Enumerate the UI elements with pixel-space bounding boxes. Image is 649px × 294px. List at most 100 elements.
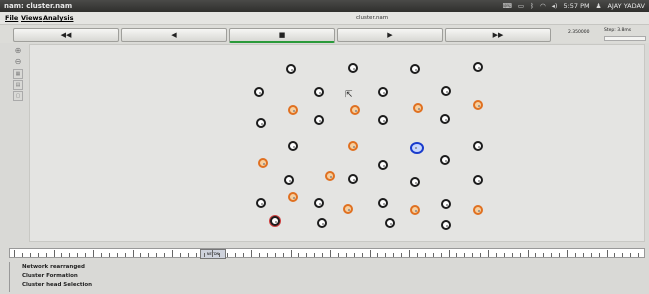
menu-views[interactable]: Views: [21, 12, 42, 24]
menu-analysis[interactable]: Analysis: [43, 12, 73, 24]
sensor-node[interactable]: [378, 160, 388, 170]
cluster-head-node[interactable]: [258, 158, 268, 168]
sensor-node[interactable]: [440, 155, 450, 165]
timeline-tick: [148, 253, 150, 257]
timeline-tick: [377, 253, 379, 257]
sensor-node[interactable]: [288, 141, 298, 151]
cluster-head-node[interactable]: [350, 105, 360, 115]
timeline-tick: [227, 253, 229, 257]
timeline-tick: [306, 253, 308, 257]
timeline-tick: [69, 253, 71, 257]
sensor-node[interactable]: [314, 87, 324, 97]
clock[interactable]: 5:57 PM: [563, 0, 589, 12]
keyboard-icon[interactable]: ⌨: [503, 0, 512, 12]
timeline-tick: [511, 253, 513, 257]
monitor-icon[interactable]: ▢: [13, 91, 23, 101]
timeline-tick: [472, 253, 474, 257]
timeline-tick: [330, 250, 331, 257]
layout-icon[interactable]: ▦: [13, 69, 23, 79]
timeline-tick: [630, 253, 632, 257]
timeline-tick: [503, 253, 505, 257]
sensor-node[interactable]: [348, 63, 358, 73]
cluster-head-node[interactable]: [413, 103, 423, 113]
cluster-head-node[interactable]: [288, 192, 298, 202]
cluster-head-node[interactable]: [348, 141, 358, 151]
timeline-tick: [29, 253, 31, 257]
play-button[interactable]: ▶: [337, 28, 443, 42]
timeline-tick: [85, 253, 87, 257]
sensor-node[interactable]: [473, 175, 483, 185]
step-slider[interactable]: [604, 36, 646, 41]
timeline-tick: [567, 250, 568, 257]
timeline-tick: [574, 253, 576, 257]
cluster-head-node[interactable]: [473, 205, 483, 215]
zoom-out-icon[interactable]: ⊖: [12, 57, 24, 67]
sensor-node[interactable]: [410, 64, 420, 74]
log-entry[interactable]: Cluster head Selection: [22, 282, 92, 288]
timeline-tick: [598, 253, 600, 257]
battery-icon[interactable]: ▭: [518, 0, 524, 12]
timeline-tick: [45, 253, 47, 257]
zoom-in-icon[interactable]: ⊕: [12, 46, 24, 56]
timeline-tick: [235, 253, 237, 257]
sensor-node[interactable]: [441, 220, 451, 230]
sensor-node[interactable]: [256, 198, 266, 208]
cluster-head-node[interactable]: [473, 100, 483, 110]
sensor-node[interactable]: [286, 64, 296, 74]
sensor-node[interactable]: [441, 86, 451, 96]
menu-file[interactable]: File: [5, 12, 18, 24]
timeline-tick: [614, 253, 616, 257]
rewind-button[interactable]: ◀◀: [13, 28, 119, 42]
cluster-head-node[interactable]: [410, 205, 420, 215]
sensor-node[interactable]: [378, 198, 388, 208]
sensor-node[interactable]: [348, 174, 358, 184]
sensor-node[interactable]: [385, 218, 395, 228]
sink-node[interactable]: [270, 216, 280, 226]
timeline-tick: [590, 253, 592, 257]
timeline-tick: [116, 253, 118, 257]
bluetooth-icon[interactable]: ᛒ: [530, 0, 534, 12]
sensor-node[interactable]: [410, 177, 420, 187]
timeline-tick: [401, 253, 403, 257]
sensor-node[interactable]: [317, 218, 327, 228]
timeline-tick: [361, 253, 363, 257]
user-name[interactable]: AJAY YADAV: [607, 0, 645, 12]
timeline-tick: [622, 253, 624, 257]
sensor-node[interactable]: [254, 87, 264, 97]
cluster-head-node[interactable]: [343, 204, 353, 214]
log-entry[interactable]: Cluster Formation: [22, 273, 78, 279]
sensor-node[interactable]: [284, 175, 294, 185]
timeline-tick: [258, 253, 260, 257]
cluster-head-node[interactable]: [325, 171, 335, 181]
step-back-button[interactable]: ◀: [121, 28, 227, 42]
log-entry[interactable]: Network rearranged: [22, 264, 85, 270]
sensor-node[interactable]: [473, 62, 483, 72]
base-station-node[interactable]: [410, 142, 424, 154]
sensor-node[interactable]: [441, 199, 451, 209]
timeline-tick: [282, 253, 284, 257]
sensor-node[interactable]: [378, 87, 388, 97]
timeline-tick: [345, 253, 347, 257]
time-slider[interactable]: NETDN: [9, 248, 645, 259]
edit-icon[interactable]: ▤: [13, 80, 23, 90]
timeline-tick: [37, 253, 39, 257]
sensor-node[interactable]: [473, 141, 483, 151]
cluster-head-node[interactable]: [288, 105, 298, 115]
stop-button[interactable]: ■: [229, 28, 335, 43]
sensor-node[interactable]: [256, 118, 266, 128]
timeline-tick: [93, 250, 94, 257]
wifi-icon[interactable]: ◠: [540, 0, 546, 12]
timeline-tick: [211, 250, 213, 257]
playback-controls: ◀◀ ◀ ■ ▶ ▶▶ 2.350000 Step: 3.8ms: [0, 25, 649, 43]
sensor-node[interactable]: [314, 115, 324, 125]
timeline-tick: [14, 250, 15, 257]
sensor-node[interactable]: [314, 198, 324, 208]
volume-icon[interactable]: ◂): [552, 0, 558, 12]
fast-forward-button[interactable]: ▶▶: [445, 28, 551, 42]
network-canvas[interactable]: ⇱: [29, 44, 645, 242]
timeline-tick: [385, 253, 387, 257]
timeline-tick: [156, 253, 158, 257]
timeline-tick: [274, 253, 276, 257]
sensor-node[interactable]: [378, 115, 388, 125]
sensor-node[interactable]: [440, 114, 450, 124]
